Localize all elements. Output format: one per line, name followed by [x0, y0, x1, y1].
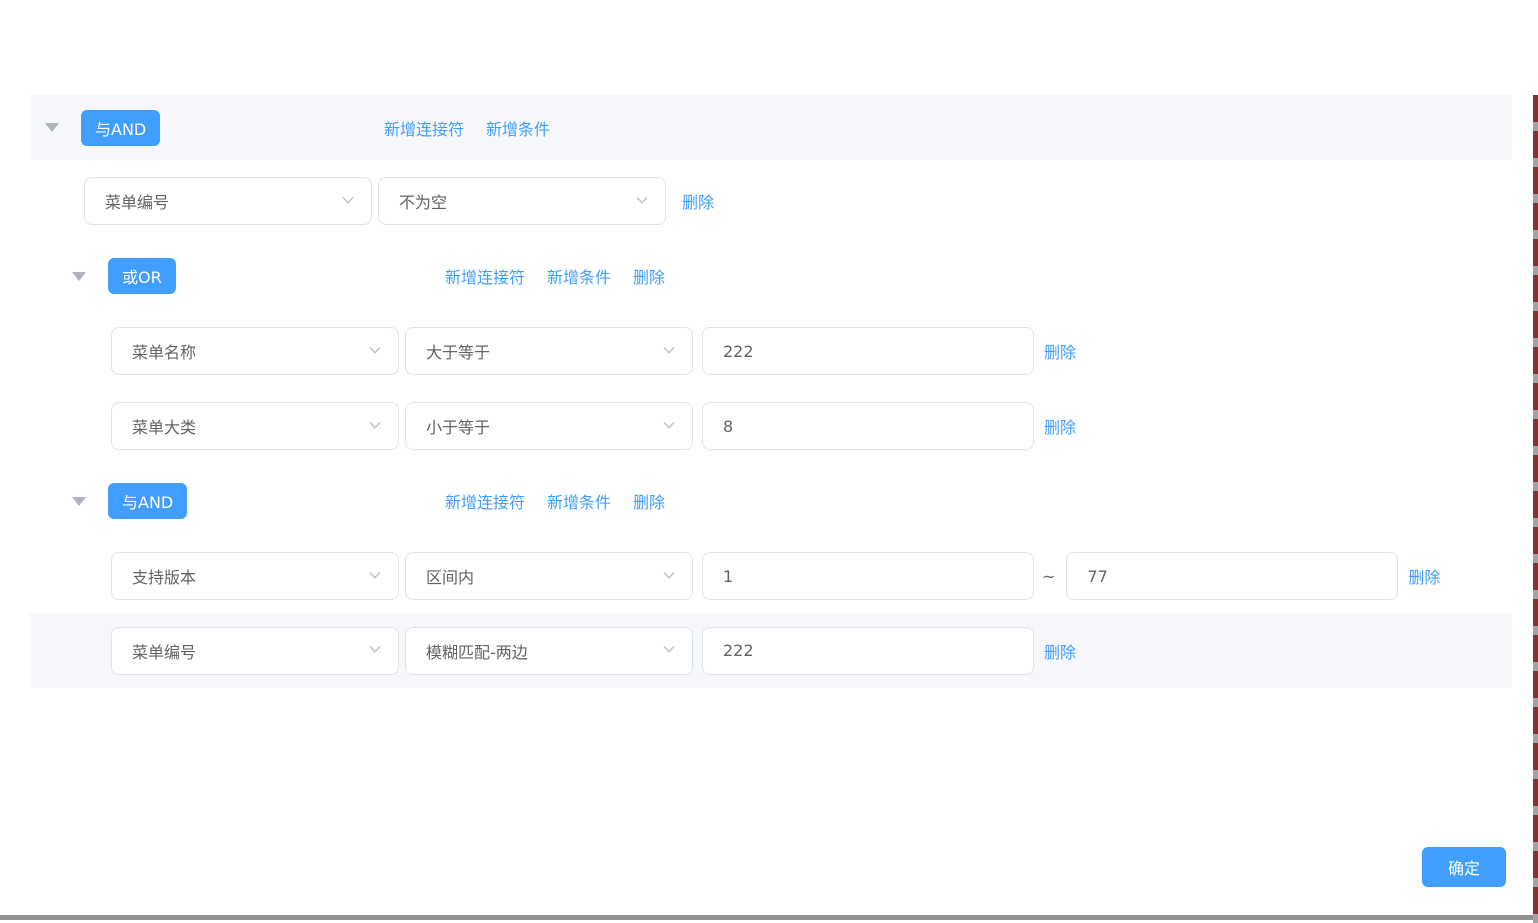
operator-select[interactable]: 区间内 — [405, 552, 693, 600]
operator-select-value: 不为空 — [399, 189, 447, 213]
chevron-down-icon — [662, 417, 676, 436]
collapse-caret-icon[interactable] — [45, 123, 59, 133]
field-select-value: 支持版本 — [132, 564, 196, 588]
right-window-edge — [1533, 95, 1538, 923]
add-condition-link[interactable]: 新增条件 — [547, 264, 611, 288]
operator-select[interactable]: 大于等于 — [405, 327, 693, 375]
chevron-down-icon — [341, 192, 355, 211]
field-select-value: 菜单编号 — [105, 189, 169, 213]
chevron-down-icon — [368, 417, 382, 436]
range-from-input[interactable] — [702, 552, 1034, 600]
group-header-root-and: 与AND 新增连接符 新增条件 — [30, 95, 1512, 160]
confirm-button[interactable]: 确定 — [1422, 847, 1506, 887]
chevron-down-icon — [368, 567, 382, 586]
delete-group-link[interactable]: 删除 — [633, 489, 665, 513]
add-connector-link[interactable]: 新增连接符 — [384, 116, 464, 140]
add-condition-link[interactable]: 新增条件 — [547, 489, 611, 513]
condition-row: 菜单大类 小于等于 删除 — [111, 402, 1538, 450]
delete-condition-link[interactable]: 删除 — [1408, 564, 1440, 588]
operator-select-value: 区间内 — [426, 564, 474, 588]
collapse-caret-icon[interactable] — [72, 271, 86, 281]
field-select-value: 菜单大类 — [132, 414, 196, 438]
value-input[interactable] — [702, 402, 1034, 450]
operator-select[interactable]: 小于等于 — [405, 402, 693, 450]
operator-select-value: 小于等于 — [426, 414, 490, 438]
chevron-down-icon — [368, 641, 382, 660]
value-input[interactable] — [702, 327, 1034, 375]
connector-button-and[interactable]: 与AND — [81, 110, 160, 146]
condition-row: 菜单编号 不为空 删除 — [84, 177, 1538, 225]
operator-select[interactable]: 不为空 — [378, 177, 666, 225]
field-select[interactable]: 菜单编号 — [111, 627, 399, 675]
condition-row: 菜单编号 模糊匹配-两边 删除 — [30, 613, 1512, 688]
connector-button-or[interactable]: 或OR — [108, 258, 176, 294]
delete-condition-link[interactable]: 删除 — [1044, 639, 1076, 663]
group-header-and: 与AND 新增连接符 新增条件 删除 — [0, 483, 1538, 519]
delete-condition-link[interactable]: 删除 — [1044, 339, 1076, 363]
chevron-down-icon — [635, 192, 649, 211]
add-connector-link[interactable]: 新增连接符 — [445, 489, 525, 513]
field-select-value: 菜单编号 — [132, 639, 196, 663]
operator-select-value: 模糊匹配-两边 — [426, 639, 528, 663]
chevron-down-icon — [662, 342, 676, 361]
field-select[interactable]: 菜单大类 — [111, 402, 399, 450]
delete-condition-link[interactable]: 删除 — [1044, 414, 1076, 438]
delete-group-link[interactable]: 删除 — [633, 264, 665, 288]
add-condition-link[interactable]: 新增条件 — [486, 116, 550, 140]
group-header-or: 或OR 新增连接符 新增条件 删除 — [0, 258, 1538, 294]
range-separator: ~ — [1042, 567, 1055, 586]
operator-select[interactable]: 模糊匹配-两边 — [405, 627, 693, 675]
condition-row: 菜单名称 大于等于 删除 — [111, 327, 1538, 375]
value-input[interactable] — [702, 627, 1034, 675]
bottom-window-edge — [0, 915, 1533, 920]
chevron-down-icon — [662, 567, 676, 586]
connector-button-and[interactable]: 与AND — [108, 483, 187, 519]
add-connector-link[interactable]: 新增连接符 — [445, 264, 525, 288]
field-select[interactable]: 菜单编号 — [84, 177, 372, 225]
delete-condition-link[interactable]: 删除 — [682, 189, 714, 213]
field-select-value: 菜单名称 — [132, 339, 196, 363]
condition-builder-dialog: 与AND 新增连接符 新增条件 菜单编号 不为空 删除 或OR 新增连接符 新增… — [0, 95, 1538, 688]
field-select[interactable]: 支持版本 — [111, 552, 399, 600]
field-select[interactable]: 菜单名称 — [111, 327, 399, 375]
condition-row-range: 支持版本 区间内 ~ 删除 — [111, 552, 1538, 600]
collapse-caret-icon[interactable] — [72, 496, 86, 506]
chevron-down-icon — [662, 641, 676, 660]
chevron-down-icon — [368, 342, 382, 361]
operator-select-value: 大于等于 — [426, 339, 490, 363]
range-to-input[interactable] — [1066, 552, 1398, 600]
